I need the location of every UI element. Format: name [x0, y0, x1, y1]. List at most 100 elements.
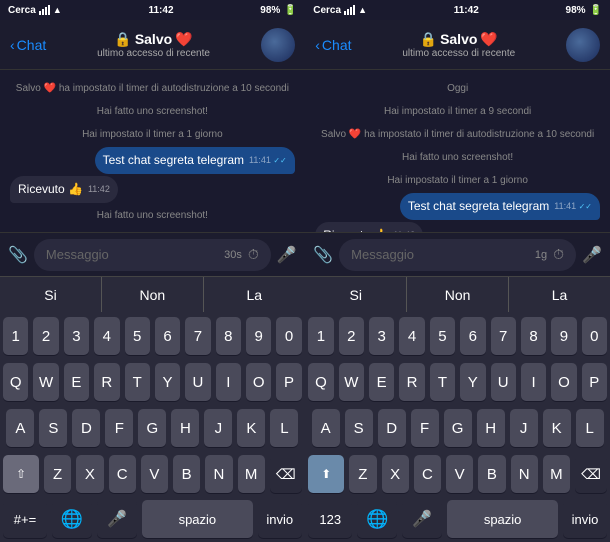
right-key-o[interactable]: O [551, 363, 576, 401]
right-key-v[interactable]: V [446, 455, 473, 493]
right-key-h[interactable]: H [477, 409, 505, 447]
left-mic-key[interactable]: 🎤 [97, 500, 137, 538]
right-delete-key[interactable]: ⌫ [575, 455, 607, 493]
right-key-2[interactable]: 2 [339, 317, 364, 355]
right-key-x[interactable]: X [382, 455, 409, 493]
right-back-button[interactable]: ‹ Chat [315, 37, 351, 53]
left-key-m[interactable]: M [238, 455, 265, 493]
right-key-8[interactable]: 8 [521, 317, 546, 355]
right-mic-icon[interactable]: 🎤 [582, 245, 602, 265]
left-key-1[interactable]: 1 [3, 317, 28, 355]
right-key-k[interactable]: K [543, 409, 571, 447]
right-suggestion-si[interactable]: Si [305, 277, 407, 312]
right-key-5[interactable]: 5 [430, 317, 455, 355]
left-key-7[interactable]: 7 [185, 317, 210, 355]
right-key-d[interactable]: D [378, 409, 406, 447]
right-key-u[interactable]: U [491, 363, 516, 401]
left-suggestion-si[interactable]: Si [0, 277, 102, 312]
right-key-9[interactable]: 9 [551, 317, 576, 355]
left-attachment-icon[interactable]: 📎 [8, 245, 28, 265]
left-key-0[interactable]: 0 [276, 317, 301, 355]
right-key-c[interactable]: C [414, 455, 441, 493]
left-key-n[interactable]: N [205, 455, 232, 493]
left-suggestion-la[interactable]: La [204, 277, 305, 312]
right-avatar[interactable] [566, 28, 600, 62]
right-suggestion-non[interactable]: Non [407, 277, 509, 312]
right-shift-key[interactable]: ⬆ [308, 455, 344, 493]
left-key-o[interactable]: O [246, 363, 271, 401]
left-key-e[interactable]: E [64, 363, 89, 401]
right-key-t[interactable]: T [430, 363, 455, 401]
right-key-q[interactable]: Q [308, 363, 333, 401]
right-globe-key[interactable]: 🌐 [357, 500, 397, 538]
right-key-r[interactable]: R [399, 363, 424, 401]
left-key-g[interactable]: G [138, 409, 166, 447]
left-key-j[interactable]: J [204, 409, 232, 447]
left-key-q[interactable]: Q [3, 363, 28, 401]
right-key-e[interactable]: E [369, 363, 394, 401]
right-key-l[interactable]: L [576, 409, 604, 447]
left-space-key[interactable]: spazio [142, 500, 253, 538]
right-input-field[interactable]: Messaggio 1g ⏱ [339, 239, 576, 271]
left-key-l[interactable]: L [270, 409, 298, 447]
right-key-w[interactable]: W [339, 363, 364, 401]
left-key-p[interactable]: P [276, 363, 301, 401]
right-key-i[interactable]: I [521, 363, 546, 401]
left-key-6[interactable]: 6 [155, 317, 180, 355]
right-invio-key[interactable]: invio [563, 500, 607, 538]
left-avatar[interactable] [261, 28, 295, 62]
left-key-c[interactable]: C [109, 455, 136, 493]
right-key-f[interactable]: F [411, 409, 439, 447]
left-key-4[interactable]: 4 [94, 317, 119, 355]
left-key-y[interactable]: Y [155, 363, 180, 401]
left-key-3[interactable]: 3 [64, 317, 89, 355]
right-key-6[interactable]: 6 [460, 317, 485, 355]
left-key-v[interactable]: V [141, 455, 168, 493]
right-key-p[interactable]: P [582, 363, 607, 401]
left-key-d[interactable]: D [72, 409, 100, 447]
left-key-f[interactable]: F [105, 409, 133, 447]
left-key-2[interactable]: 2 [33, 317, 58, 355]
left-key-5[interactable]: 5 [125, 317, 150, 355]
right-space-key[interactable]: spazio [447, 500, 558, 538]
left-key-z[interactable]: Z [44, 455, 71, 493]
left-key-x[interactable]: X [76, 455, 103, 493]
left-key-8[interactable]: 8 [216, 317, 241, 355]
right-attachment-icon[interactable]: 📎 [313, 245, 333, 265]
left-key-t[interactable]: T [125, 363, 150, 401]
left-shift-key[interactable]: ⇧ [3, 455, 39, 493]
right-key-m[interactable]: M [543, 455, 570, 493]
left-key-w[interactable]: W [33, 363, 58, 401]
left-key-s[interactable]: S [39, 409, 67, 447]
right-key-z[interactable]: Z [349, 455, 376, 493]
right-key-s[interactable]: S [345, 409, 373, 447]
right-mic-key[interactable]: 🎤 [402, 500, 442, 538]
left-key-a[interactable]: A [6, 409, 34, 447]
left-invio-key[interactable]: invio [258, 500, 302, 538]
right-key-a[interactable]: A [312, 409, 340, 447]
left-key-h[interactable]: H [171, 409, 199, 447]
right-key-1[interactable]: 1 [308, 317, 333, 355]
left-input-field[interactable]: Messaggio 30s ⏱ [34, 239, 271, 271]
right-key-j[interactable]: J [510, 409, 538, 447]
left-key-k[interactable]: K [237, 409, 265, 447]
right-key-b[interactable]: B [478, 455, 505, 493]
right-key-y[interactable]: Y [460, 363, 485, 401]
left-key-u[interactable]: U [185, 363, 210, 401]
left-globe-key[interactable]: 🌐 [52, 500, 92, 538]
right-num-key[interactable]: 123 [308, 500, 352, 538]
left-mic-icon[interactable]: 🎤 [277, 245, 297, 265]
right-key-n[interactable]: N [511, 455, 538, 493]
left-delete-key[interactable]: ⌫ [270, 455, 302, 493]
right-key-g[interactable]: G [444, 409, 472, 447]
right-suggestion-la[interactable]: La [509, 277, 610, 312]
left-suggestion-non[interactable]: Non [102, 277, 204, 312]
left-key-b[interactable]: B [173, 455, 200, 493]
right-key-0[interactable]: 0 [582, 317, 607, 355]
left-back-button[interactable]: ‹ Chat [10, 37, 46, 53]
left-abc-key[interactable]: #+= [3, 500, 47, 538]
left-key-r[interactable]: R [94, 363, 119, 401]
right-key-7[interactable]: 7 [491, 317, 516, 355]
left-key-i[interactable]: I [216, 363, 241, 401]
right-key-3[interactable]: 3 [369, 317, 394, 355]
